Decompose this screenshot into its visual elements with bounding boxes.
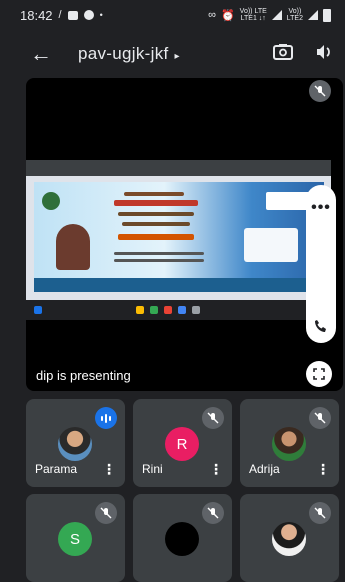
taskbar-icon <box>164 306 172 314</box>
banner-text-line <box>114 200 198 206</box>
meeting-app-bar: ← pav-ugjk-jkf ▸ <box>0 30 345 78</box>
avatar-initial: R <box>176 435 188 453</box>
mic-off-icon <box>314 507 326 519</box>
floating-call-menu: ••• <box>306 185 336 343</box>
participant-mute-badge <box>95 502 117 524</box>
avatar <box>272 427 306 461</box>
participant-name: Parama <box>35 462 78 476</box>
status-left: 18:42 / • <box>20 8 103 23</box>
alarm-icon: ⏰ <box>220 9 235 22</box>
participant-tile-6[interactable] <box>240 494 339 582</box>
banner-text-line <box>124 192 184 196</box>
dot-icon: • <box>99 10 103 20</box>
signal-1-icon <box>271 10 282 20</box>
participant-more-icon[interactable]: ⋮ <box>209 461 223 478</box>
participant-tile-adrija[interactable]: Adrija ⋮ <box>240 399 339 487</box>
battery-icon <box>323 8 331 22</box>
speaking-indicator-icon <box>95 407 117 429</box>
sim2-sub: LTE2 <box>286 15 303 22</box>
taskbar-icon <box>34 306 42 314</box>
banner-text-line <box>118 212 194 216</box>
status-right: ∞ ⏰ Vo)) LTE LTE1 ↓↑ Vo)) LTE2 <box>208 8 331 22</box>
participant-more-icon[interactable]: ⋮ <box>316 461 330 478</box>
participant-tile-parama[interactable]: Parama ⋮ <box>26 399 125 487</box>
signal-2-icon <box>308 10 318 20</box>
presentation-tile[interactable]: dip is presenting <box>26 78 343 391</box>
mic-off-icon <box>314 85 326 97</box>
presenting-label: dip is presenting <box>36 368 131 383</box>
whatsapp-icon <box>83 10 94 20</box>
sim2-label: Vo)) <box>288 8 302 15</box>
avatar <box>58 427 92 461</box>
avatar: R <box>165 427 199 461</box>
avatar <box>272 522 306 556</box>
caret-right-icon: ▸ <box>174 51 180 62</box>
status-bar: 18:42 / • ∞ ⏰ Vo)) LTE LTE1 ↓↑ Vo)) LTE2 <box>0 0 345 30</box>
banner-footer <box>34 278 324 292</box>
shared-banner-image <box>34 182 324 278</box>
banner-text-line <box>114 259 204 262</box>
avatar <box>165 522 199 556</box>
sim1-sub: LTE1 ↓↑ <box>240 15 266 22</box>
meeting-code-button[interactable]: pav-ugjk-jkf ▸ <box>78 44 180 64</box>
participant-mute-badge <box>309 407 331 429</box>
mic-off-icon <box>207 507 219 519</box>
avatar-initial: S <box>69 530 80 548</box>
participant-tile-s[interactable]: S <box>26 494 125 582</box>
mic-off-icon <box>207 412 219 424</box>
switch-camera-icon[interactable] <box>273 43 293 66</box>
shared-browser-bar <box>26 160 331 176</box>
link-icon: ∞ <box>208 9 216 21</box>
sim1-label: Vo)) LTE <box>239 8 267 15</box>
gallery-icon <box>67 10 78 20</box>
participant-mute-badge <box>309 502 331 524</box>
banner-text-line <box>118 234 194 240</box>
meeting-code: pav-ugjk-jkf <box>78 44 169 63</box>
back-arrow-icon[interactable]: ← <box>30 41 58 67</box>
participant-more-icon[interactable]: ⋮ <box>102 461 116 478</box>
shared-screen <box>26 160 331 320</box>
participant-name: Adrija <box>249 462 280 476</box>
status-time: 18:42 <box>20 7 53 23</box>
participant-tile-5[interactable] <box>133 494 232 582</box>
nfc-icon: / <box>58 9 62 21</box>
banner-portrait <box>56 224 90 270</box>
government-seal-icon <box>42 192 60 210</box>
presentation-mute-badge <box>309 80 331 102</box>
sim1-network: Vo)) LTE LTE1 ↓↑ <box>240 8 267 22</box>
avatar: S <box>58 522 92 556</box>
more-options-icon[interactable]: ••• <box>306 193 336 223</box>
taskbar-icon <box>192 306 200 314</box>
student-card-illustration <box>244 228 298 262</box>
taskbar-icon <box>136 306 144 314</box>
fullscreen-icon <box>313 368 325 380</box>
speaker-icon[interactable] <box>315 43 333 66</box>
app-bar-actions <box>273 43 333 66</box>
sim2-network: Vo)) LTE2 <box>287 8 303 22</box>
banner-text-line <box>114 252 204 255</box>
taskbar-icon <box>178 306 186 314</box>
mic-off-icon <box>100 507 112 519</box>
participant-mute-badge <box>202 407 224 429</box>
participant-tile-rini[interactable]: R Rini ⋮ <box>133 399 232 487</box>
phone-icon[interactable] <box>306 311 336 341</box>
participant-name: Rini <box>142 462 163 476</box>
participant-mute-badge <box>202 502 224 524</box>
shared-taskbar <box>26 300 331 320</box>
taskbar-icon <box>150 306 158 314</box>
mic-off-icon <box>314 412 326 424</box>
banner-text-line <box>122 222 190 226</box>
fullscreen-button[interactable] <box>306 361 332 387</box>
